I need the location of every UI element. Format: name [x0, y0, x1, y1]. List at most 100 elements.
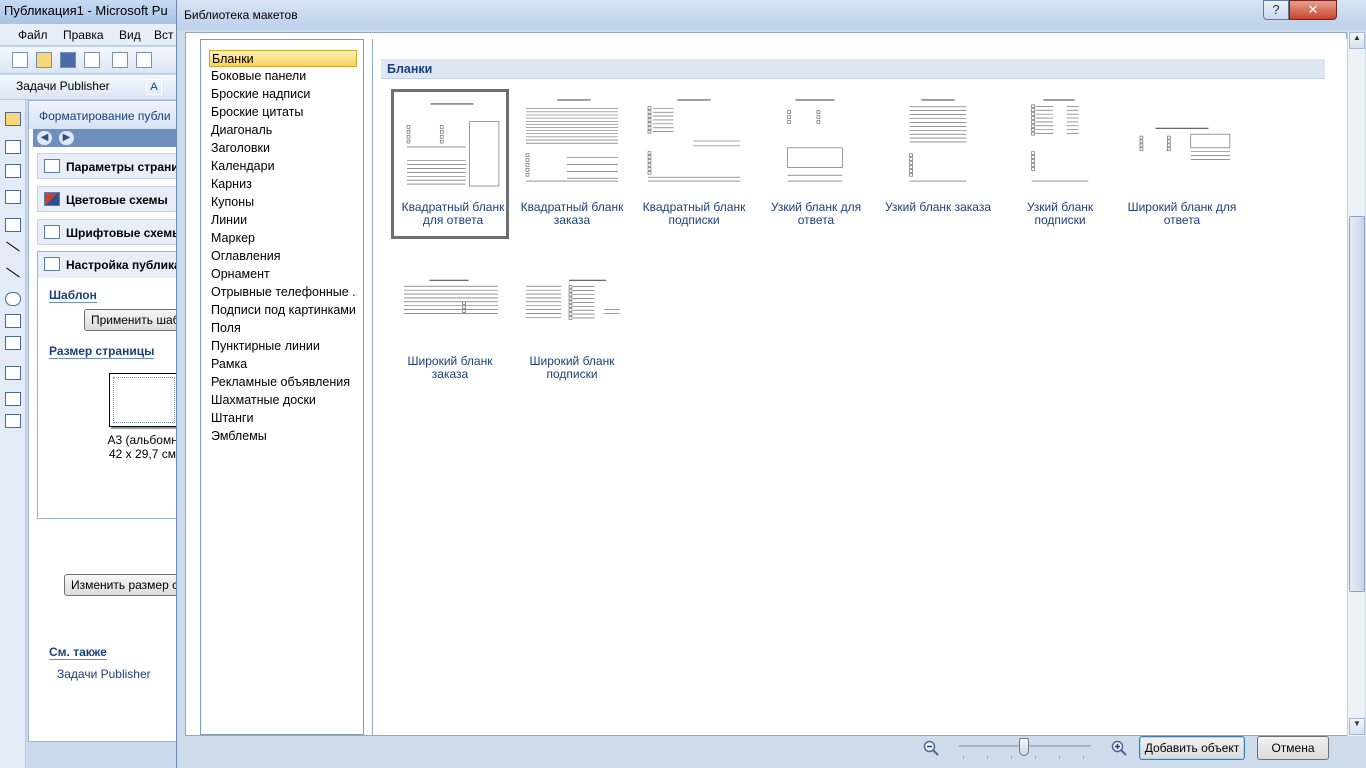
category-item[interactable]: Штанги — [209, 410, 357, 427]
category-item[interactable]: Боковые панели — [209, 68, 357, 85]
gallery-tile[interactable]: Широкий бланк заказа — [391, 243, 509, 393]
gallery-tile[interactable]: Квадратный бланк подписки — [635, 89, 753, 239]
apply-template-button[interactable]: Применить шабло — [84, 309, 184, 331]
publisher-tasks-link[interactable]: Задачи Publisher — [57, 667, 151, 681]
category-item[interactable]: Броские надписи — [209, 86, 357, 103]
category-item[interactable]: Эмблемы — [209, 428, 357, 445]
section-label: Цветовые схемы — [66, 193, 168, 207]
category-item[interactable]: Заголовки — [209, 140, 357, 157]
autoshapes-icon[interactable] — [5, 336, 21, 350]
zoom-out-icon[interactable] — [923, 740, 939, 756]
category-item[interactable]: Карниз — [209, 176, 357, 193]
gallery-tile[interactable]: Узкий бланк подписки — [1001, 89, 1119, 239]
add-object-button[interactable]: Добавить объект — [1139, 736, 1245, 760]
category-item[interactable]: Маркер — [209, 230, 357, 247]
design-gallery-icon[interactable] — [5, 392, 21, 406]
scroll-thumb[interactable] — [1349, 216, 1365, 592]
save-icon[interactable] — [60, 52, 76, 68]
category-item[interactable]: Шахматные доски — [209, 392, 357, 409]
design-gallery-dialog: Библиотека макетов ? ✕ Бланки Боковые пан… — [176, 0, 1366, 768]
tile-label: Широкий бланк для ответа — [1123, 201, 1241, 227]
gallery-tile[interactable]: Узкий бланк заказа — [879, 89, 997, 239]
category-item[interactable]: Оглавления — [209, 248, 357, 265]
zoom-tick — [1083, 756, 1084, 759]
section-label: Параметры страни — [66, 160, 179, 174]
category-item[interactable]: Рекламные объявления — [209, 374, 357, 391]
table-icon[interactable] — [5, 164, 21, 178]
oval-icon[interactable] — [5, 292, 21, 306]
gallery-tile[interactable]: Широкий бланк для ответа — [1123, 89, 1241, 239]
form-thumbnail — [1131, 97, 1231, 185]
gallery-tile[interactable]: Узкий бланк для ответа — [757, 89, 875, 239]
tile-label-line2: заказа — [553, 213, 591, 227]
line-icon[interactable] — [6, 241, 20, 252]
select-arrow-icon[interactable] — [5, 112, 21, 126]
category-item[interactable]: Линии — [209, 212, 357, 229]
objects-toolbar — [0, 100, 26, 768]
tile-label-line2: подписки — [546, 367, 598, 381]
hot-spot-icon[interactable] — [5, 366, 21, 380]
wordart-icon[interactable] — [5, 190, 21, 204]
print-preview-icon[interactable] — [84, 52, 100, 68]
publisher-tasks-button[interactable]: Задачи Publisher — [16, 79, 110, 93]
help-icon[interactable]: ? — [1263, 0, 1289, 20]
text-box-icon[interactable] — [5, 140, 21, 154]
page-options-section[interactable]: Параметры страни — [37, 153, 179, 179]
preview-icon[interactable] — [136, 52, 152, 68]
menu-insert[interactable]: Вст — [154, 28, 174, 42]
category-item[interactable]: Рамка — [209, 356, 357, 373]
category-item[interactable]: Подписи под картинками — [209, 302, 357, 319]
rectangle-icon[interactable] — [5, 314, 21, 328]
arrow-icon[interactable] — [6, 267, 20, 278]
cancel-button[interactable]: Отмена — [1257, 736, 1329, 760]
tile-label: Квадратный бланк заказа — [513, 201, 631, 227]
gallery-tile[interactable]: Квадратный бланк заказа — [513, 89, 631, 239]
category-item[interactable]: Поля — [209, 320, 357, 337]
menu-view[interactable]: Вид — [119, 28, 141, 42]
picture-icon[interactable] — [5, 218, 21, 232]
gallery-tile[interactable]: Квадратный бланк для ответа — [391, 89, 509, 239]
form-thumbnail — [521, 97, 621, 185]
tile-label: Узкий бланк для ответа — [757, 201, 875, 227]
menu-edit[interactable]: Правка — [63, 28, 104, 42]
category-item[interactable]: Диагональ — [209, 122, 357, 139]
scroll-up-icon[interactable]: ▲ — [1349, 32, 1365, 49]
zoom-tick — [963, 756, 964, 759]
zoom-slider-thumb[interactable] — [1019, 738, 1029, 756]
category-item[interactable]: Орнамент — [209, 266, 357, 283]
category-item[interactable]: Броские цитаты — [209, 104, 357, 121]
form-thumbnail — [887, 97, 987, 185]
category-item[interactable]: Купоны — [209, 194, 357, 211]
change-page-size-button[interactable]: Изменить размер стр — [64, 574, 184, 596]
business-info-icon[interactable] — [5, 414, 21, 428]
color-schemes-section[interactable]: Цветовые схемы — [37, 186, 179, 212]
menu-file[interactable]: Файл — [18, 28, 48, 42]
category-item[interactable]: Отрывные телефонные ... — [209, 284, 357, 301]
vertical-scrollbar[interactable]: ▲ ▼ — [1347, 32, 1365, 736]
tile-label: Широкий бланк подписки — [513, 355, 631, 381]
close-icon[interactable]: ✕ — [1289, 0, 1337, 20]
gallery-header: Бланки — [381, 59, 1325, 79]
font-schemes-icon — [44, 225, 60, 239]
category-item[interactable]: Пунктирные линии — [209, 338, 357, 355]
category-item[interactable]: Календари — [209, 158, 357, 175]
zoom-in-icon[interactable] — [1111, 740, 1127, 756]
tile-label-line2: ответа — [797, 213, 835, 227]
open-folder-icon[interactable] — [36, 52, 52, 68]
form-thumbnail — [643, 97, 743, 185]
back-arrow-icon[interactable]: ◀ — [37, 131, 52, 145]
scroll-down-icon[interactable]: ▼ — [1349, 718, 1365, 735]
forward-arrow-icon[interactable]: ▶ — [59, 131, 74, 145]
tile-label-line1: Узкий бланк заказа — [884, 200, 992, 214]
see-also-heading: См. также — [49, 645, 107, 660]
font-schemes-section[interactable]: Шрифтовые схемы — [37, 219, 183, 245]
new-document-icon[interactable] — [12, 52, 28, 68]
section-label: Шрифтовые схемы — [66, 226, 183, 240]
category-item[interactable]: Бланки — [209, 50, 357, 67]
gallery-tile[interactable]: Широкий бланк подписки — [513, 243, 631, 393]
print-icon[interactable] — [112, 52, 128, 68]
tile-label-line2: ответа — [1163, 213, 1201, 227]
style-icon[interactable]: A — [146, 79, 162, 95]
zoom-tick — [1035, 756, 1036, 759]
publication-settings-section[interactable]: Настройка публика — [38, 252, 181, 278]
